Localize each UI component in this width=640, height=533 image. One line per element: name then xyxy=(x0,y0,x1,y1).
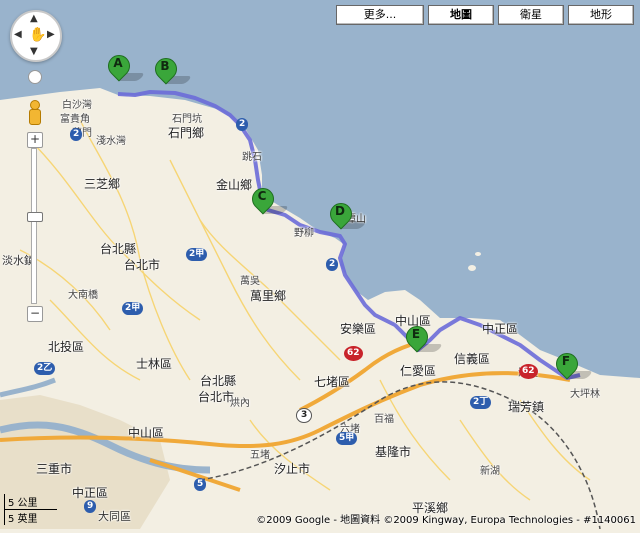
place-label: 士林區 xyxy=(136,357,173,371)
place-label: 新湖 xyxy=(480,466,500,477)
scale-mi: 5 英里 xyxy=(4,510,51,525)
zoom-slider-handle[interactable] xyxy=(27,212,43,222)
pegman-icon[interactable] xyxy=(27,100,41,128)
place-label: 大同區 xyxy=(98,510,131,523)
place-label: 萬吳 xyxy=(240,276,260,287)
road-shield: 2甲 xyxy=(186,248,208,261)
place-label: 三重市 xyxy=(36,462,73,476)
satellite-button[interactable]: 衛星 xyxy=(498,5,564,25)
map-button[interactable]: 地圖 xyxy=(428,5,494,25)
place-label: 七堵區 xyxy=(314,375,351,389)
place-label: 富貴角 xyxy=(60,114,90,125)
place-label: 大坪林 xyxy=(570,389,600,400)
route-marker-a[interactable]: A xyxy=(103,50,146,89)
road-shield: 2 xyxy=(70,128,83,141)
road-shield: 2乙 xyxy=(34,362,56,375)
route-marker-c[interactable]: C xyxy=(247,183,290,222)
place-label: 瑞芳鎮 xyxy=(508,400,545,414)
place-label: 中正區 xyxy=(482,322,519,336)
map-type-controls: 更多... 地圖 衛星 地形 xyxy=(336,5,634,25)
place-label: 基隆市 xyxy=(375,445,412,459)
place-label: 台北縣 xyxy=(200,374,237,388)
road-shield: 2 xyxy=(236,118,249,131)
reset-view-button[interactable] xyxy=(28,70,42,84)
route-marker-f[interactable]: F xyxy=(551,348,594,387)
place-label: 三芝鄉 xyxy=(84,177,121,191)
map-navigation-control: ▲ ▼ ◀ ▶ ✋ xyxy=(10,10,62,62)
road-shield: 5甲 xyxy=(336,432,358,445)
road-shield: 9 xyxy=(84,500,97,513)
road-shield: 5 xyxy=(194,478,207,491)
zoom-out-button[interactable]: − xyxy=(27,306,43,322)
place-label: 烘內 xyxy=(230,398,250,409)
pan-up-icon[interactable]: ▲ xyxy=(30,13,38,24)
hand-icon[interactable]: ✋ xyxy=(29,27,46,43)
place-label: 跳石 xyxy=(242,152,262,163)
scale-bar: 5 公里 5 英里 xyxy=(4,494,57,525)
more-button[interactable]: 更多... xyxy=(336,5,424,25)
place-label: 百福 xyxy=(374,414,394,425)
road-shield: 2丁 xyxy=(470,396,492,409)
map-copyright: ©2009 Google - 地圖資料 ©2009 Kingway, Europ… xyxy=(256,511,636,526)
place-label: 中正區 xyxy=(72,486,109,500)
place-label: 萬里鄉 xyxy=(250,289,287,303)
road-shield: 2甲 xyxy=(122,302,144,315)
map-graphics xyxy=(0,0,640,530)
pan-control[interactable]: ▲ ▼ ◀ ▶ ✋ xyxy=(10,10,62,62)
place-label: 中山區 xyxy=(128,426,165,440)
terrain-button[interactable]: 地形 xyxy=(568,5,634,25)
road-shield: 2 xyxy=(326,258,339,271)
zoom-in-button[interactable]: + xyxy=(27,132,43,148)
route-marker-e[interactable]: E xyxy=(401,321,444,360)
route-marker-b[interactable]: B xyxy=(150,53,193,92)
place-label: 石門鄉 xyxy=(168,126,205,140)
place-label: 白沙灣 xyxy=(62,100,92,111)
copyright-text: ©2009 Google - 地圖資料 ©2009 Kingway, Europ… xyxy=(256,515,584,526)
place-label: 野柳 xyxy=(294,228,314,239)
zoom-slider-track[interactable] xyxy=(31,148,37,304)
place-label: 金山鄉 xyxy=(216,178,253,192)
place-label: 北投區 xyxy=(48,340,85,354)
place-label: 安樂區 xyxy=(340,322,377,336)
place-label: 五堵 xyxy=(250,450,270,461)
place-label: 台北縣 xyxy=(100,242,137,256)
map-canvas[interactable]: 石門鄉 三芝鄉 金山鄉 萬里鄉 淡水鎮 北投區 士林區 台北縣 台北市 台北縣 … xyxy=(0,0,640,530)
road-shield: 62 xyxy=(344,346,363,361)
pan-left-icon[interactable]: ◀ xyxy=(14,29,22,40)
copyright-id: #1140061 xyxy=(583,515,636,526)
place-label: 台北市 xyxy=(198,390,235,404)
place-label: 仁愛區 xyxy=(400,364,437,378)
pan-right-icon[interactable]: ▶ xyxy=(47,29,55,40)
scale-km: 5 公里 xyxy=(4,494,57,510)
pan-down-icon[interactable]: ▼ xyxy=(30,46,38,57)
place-label: 石門坑 xyxy=(172,114,202,125)
road-shield: 62 xyxy=(519,364,538,379)
place-label: 信義區 xyxy=(454,352,491,366)
place-label: 台北市 xyxy=(124,258,161,272)
place-label: 汐止市 xyxy=(274,462,311,476)
place-label: 大南橋 xyxy=(68,290,98,301)
route-marker-d[interactable]: D xyxy=(325,198,368,237)
place-label: 淺水灣 xyxy=(96,136,126,147)
